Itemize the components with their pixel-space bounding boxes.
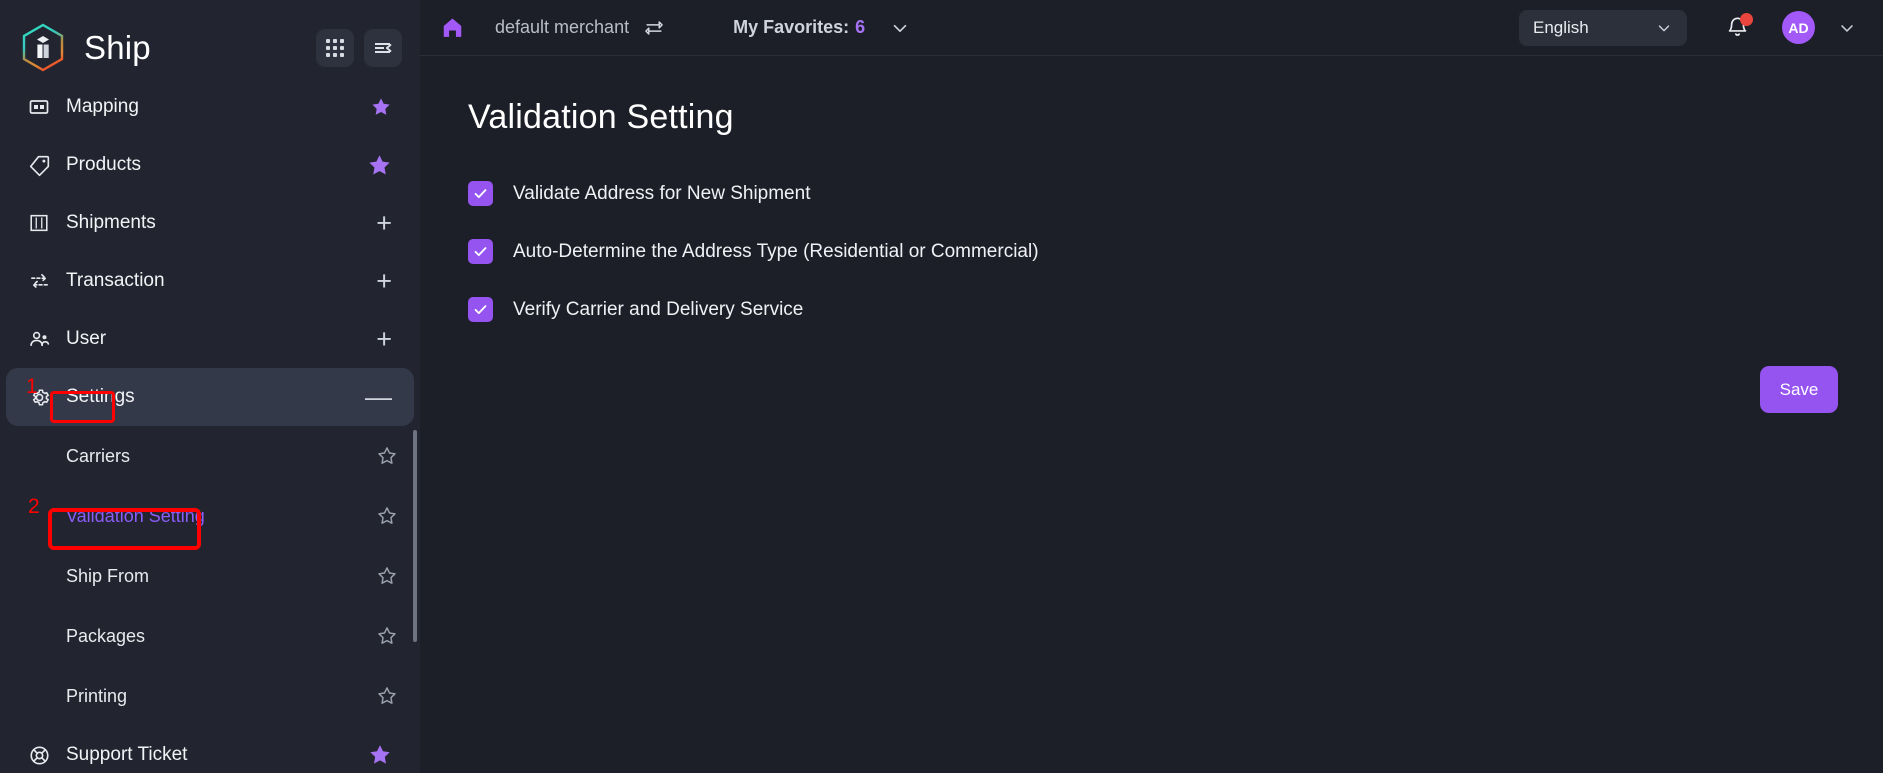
star-filled-icon bbox=[367, 153, 392, 178]
sidebar-scrollbar-track[interactable] bbox=[412, 108, 417, 748]
my-favorites-dropdown[interactable]: My Favorites: 6 bbox=[733, 17, 911, 39]
option-auto-determine-address-type[interactable]: Auto-Determine the Address Type (Residen… bbox=[468, 239, 1835, 264]
language-value: English bbox=[1533, 18, 1589, 38]
add-user-icon[interactable]: + bbox=[376, 326, 392, 353]
star-outline-icon bbox=[376, 685, 398, 707]
avatar[interactable]: AD bbox=[1782, 11, 1815, 44]
option-label: Auto-Determine the Address Type (Residen… bbox=[513, 241, 1039, 263]
star-outline-icon bbox=[376, 505, 398, 527]
page-content: Validation Setting Validate Address for … bbox=[420, 56, 1883, 773]
sidebar-item-label: Support Ticket bbox=[66, 744, 187, 766]
hexagon-box-logo-icon bbox=[14, 19, 72, 77]
collapse-left-icon bbox=[373, 38, 393, 58]
sidebar-item-label: Mapping bbox=[66, 96, 139, 118]
favorite-toggle[interactable] bbox=[376, 565, 398, 587]
sidebar-item-transaction[interactable]: Transaction + bbox=[6, 252, 414, 310]
mapping-icon bbox=[24, 96, 54, 118]
favorite-toggle[interactable] bbox=[376, 685, 398, 707]
sidebar-subitem-packages[interactable]: Packages bbox=[0, 606, 420, 666]
top-bar-right: English AD bbox=[1519, 10, 1857, 46]
star-outline-icon bbox=[376, 565, 398, 587]
option-verify-carrier-delivery-service[interactable]: Verify Carrier and Delivery Service bbox=[468, 297, 1835, 322]
star-outline-icon bbox=[376, 625, 398, 647]
sidebar-item-label: Settings bbox=[66, 386, 135, 408]
sidebar-item-label: Shipments bbox=[66, 212, 156, 234]
transaction-icon bbox=[24, 270, 54, 293]
sidebar-header-buttons bbox=[316, 29, 402, 67]
sidebar-item-label: Transaction bbox=[66, 270, 165, 292]
merchant-name: default merchant bbox=[495, 17, 629, 38]
users-icon bbox=[24, 328, 54, 351]
favorite-toggle[interactable] bbox=[376, 445, 398, 467]
swap-merchant-icon[interactable] bbox=[643, 17, 665, 39]
sidebar-item-shipments[interactable]: Shipments + bbox=[6, 194, 414, 252]
favorites-label: My Favorites: bbox=[733, 17, 849, 38]
sidebar-item-support-ticket[interactable]: Support Ticket bbox=[6, 726, 414, 773]
shipments-icon bbox=[24, 212, 54, 234]
gear-icon bbox=[24, 386, 54, 409]
collapse-settings-icon[interactable]: — bbox=[365, 384, 392, 411]
star-outline-icon bbox=[376, 445, 398, 467]
sidebar-item-user[interactable]: User + bbox=[6, 310, 414, 368]
favorite-toggle[interactable] bbox=[376, 505, 398, 527]
option-label: Verify Carrier and Delivery Service bbox=[513, 299, 803, 321]
sidebar-subitem-label: Printing bbox=[66, 686, 127, 707]
checkbox-checked-icon[interactable] bbox=[468, 239, 493, 264]
account-menu-chevron-down-icon[interactable] bbox=[1837, 18, 1857, 38]
sidebar-subitem-ship-from[interactable]: Ship From bbox=[0, 546, 420, 606]
sidebar-item-label: Products bbox=[66, 154, 141, 176]
main-area: default merchant My Favorites: 6 English bbox=[420, 0, 1883, 773]
tag-icon bbox=[24, 154, 54, 177]
sidebar-subitem-label: Carriers bbox=[66, 446, 130, 467]
chevron-down-icon bbox=[889, 17, 911, 39]
validation-options-list: Validate Address for New Shipment Auto-D… bbox=[468, 181, 1835, 322]
sidebar-item-settings[interactable]: Settings — bbox=[6, 368, 414, 426]
collapse-sidebar-button[interactable] bbox=[364, 29, 402, 67]
sidebar-nav: Mapping Products bbox=[0, 96, 420, 773]
home-icon[interactable] bbox=[440, 15, 465, 40]
sidebar-item-action[interactable] bbox=[367, 153, 392, 178]
sidebar-item-products[interactable]: Products bbox=[6, 136, 414, 194]
sidebar-item-action[interactable] bbox=[370, 96, 392, 118]
sidebar-subitem-label: Packages bbox=[66, 626, 145, 647]
add-transaction-icon[interactable]: + bbox=[376, 268, 392, 295]
sidebar-subitem-carriers[interactable]: Carriers bbox=[0, 426, 420, 486]
app-root: Ship bbox=[0, 0, 1883, 773]
star-filled-icon bbox=[368, 743, 392, 767]
sidebar-item-label: User bbox=[66, 328, 106, 350]
notifications-button[interactable] bbox=[1725, 15, 1750, 40]
apps-grid-button[interactable] bbox=[316, 29, 354, 67]
sidebar-header: Ship bbox=[0, 0, 420, 96]
sidebar-scrollbar-thumb[interactable] bbox=[413, 430, 417, 642]
checkbox-checked-icon[interactable] bbox=[468, 181, 493, 206]
checkbox-checked-icon[interactable] bbox=[468, 297, 493, 322]
top-bar: default merchant My Favorites: 6 English bbox=[420, 0, 1883, 56]
sidebar-subitem-printing[interactable]: Printing bbox=[0, 666, 420, 726]
sidebar: Ship bbox=[0, 0, 420, 773]
sidebar-nav-scroll[interactable]: Mapping Products bbox=[0, 96, 420, 773]
sidebar-subitem-label: Validation Setting bbox=[66, 506, 205, 527]
grid-icon bbox=[326, 39, 344, 57]
sidebar-subitem-validation-setting[interactable]: Validation Setting bbox=[0, 486, 420, 546]
page-title: Validation Setting bbox=[468, 98, 1835, 137]
language-select[interactable]: English bbox=[1519, 10, 1687, 46]
favorite-toggle[interactable] bbox=[376, 625, 398, 647]
lifebuoy-icon bbox=[24, 744, 54, 767]
sidebar-item-action[interactable] bbox=[368, 743, 392, 767]
option-label: Validate Address for New Shipment bbox=[513, 183, 810, 205]
chevron-down-icon bbox=[1655, 19, 1673, 37]
add-shipment-icon[interactable]: + bbox=[376, 210, 392, 237]
favorites-count: 6 bbox=[855, 17, 865, 38]
save-button[interactable]: Save bbox=[1760, 366, 1838, 413]
app-title: Ship bbox=[84, 29, 151, 67]
notification-badge bbox=[1740, 13, 1753, 26]
star-filled-icon bbox=[370, 96, 392, 118]
sidebar-item-mapping[interactable]: Mapping bbox=[6, 96, 414, 136]
sidebar-subitem-label: Ship From bbox=[66, 566, 149, 587]
option-validate-address[interactable]: Validate Address for New Shipment bbox=[468, 181, 1835, 206]
